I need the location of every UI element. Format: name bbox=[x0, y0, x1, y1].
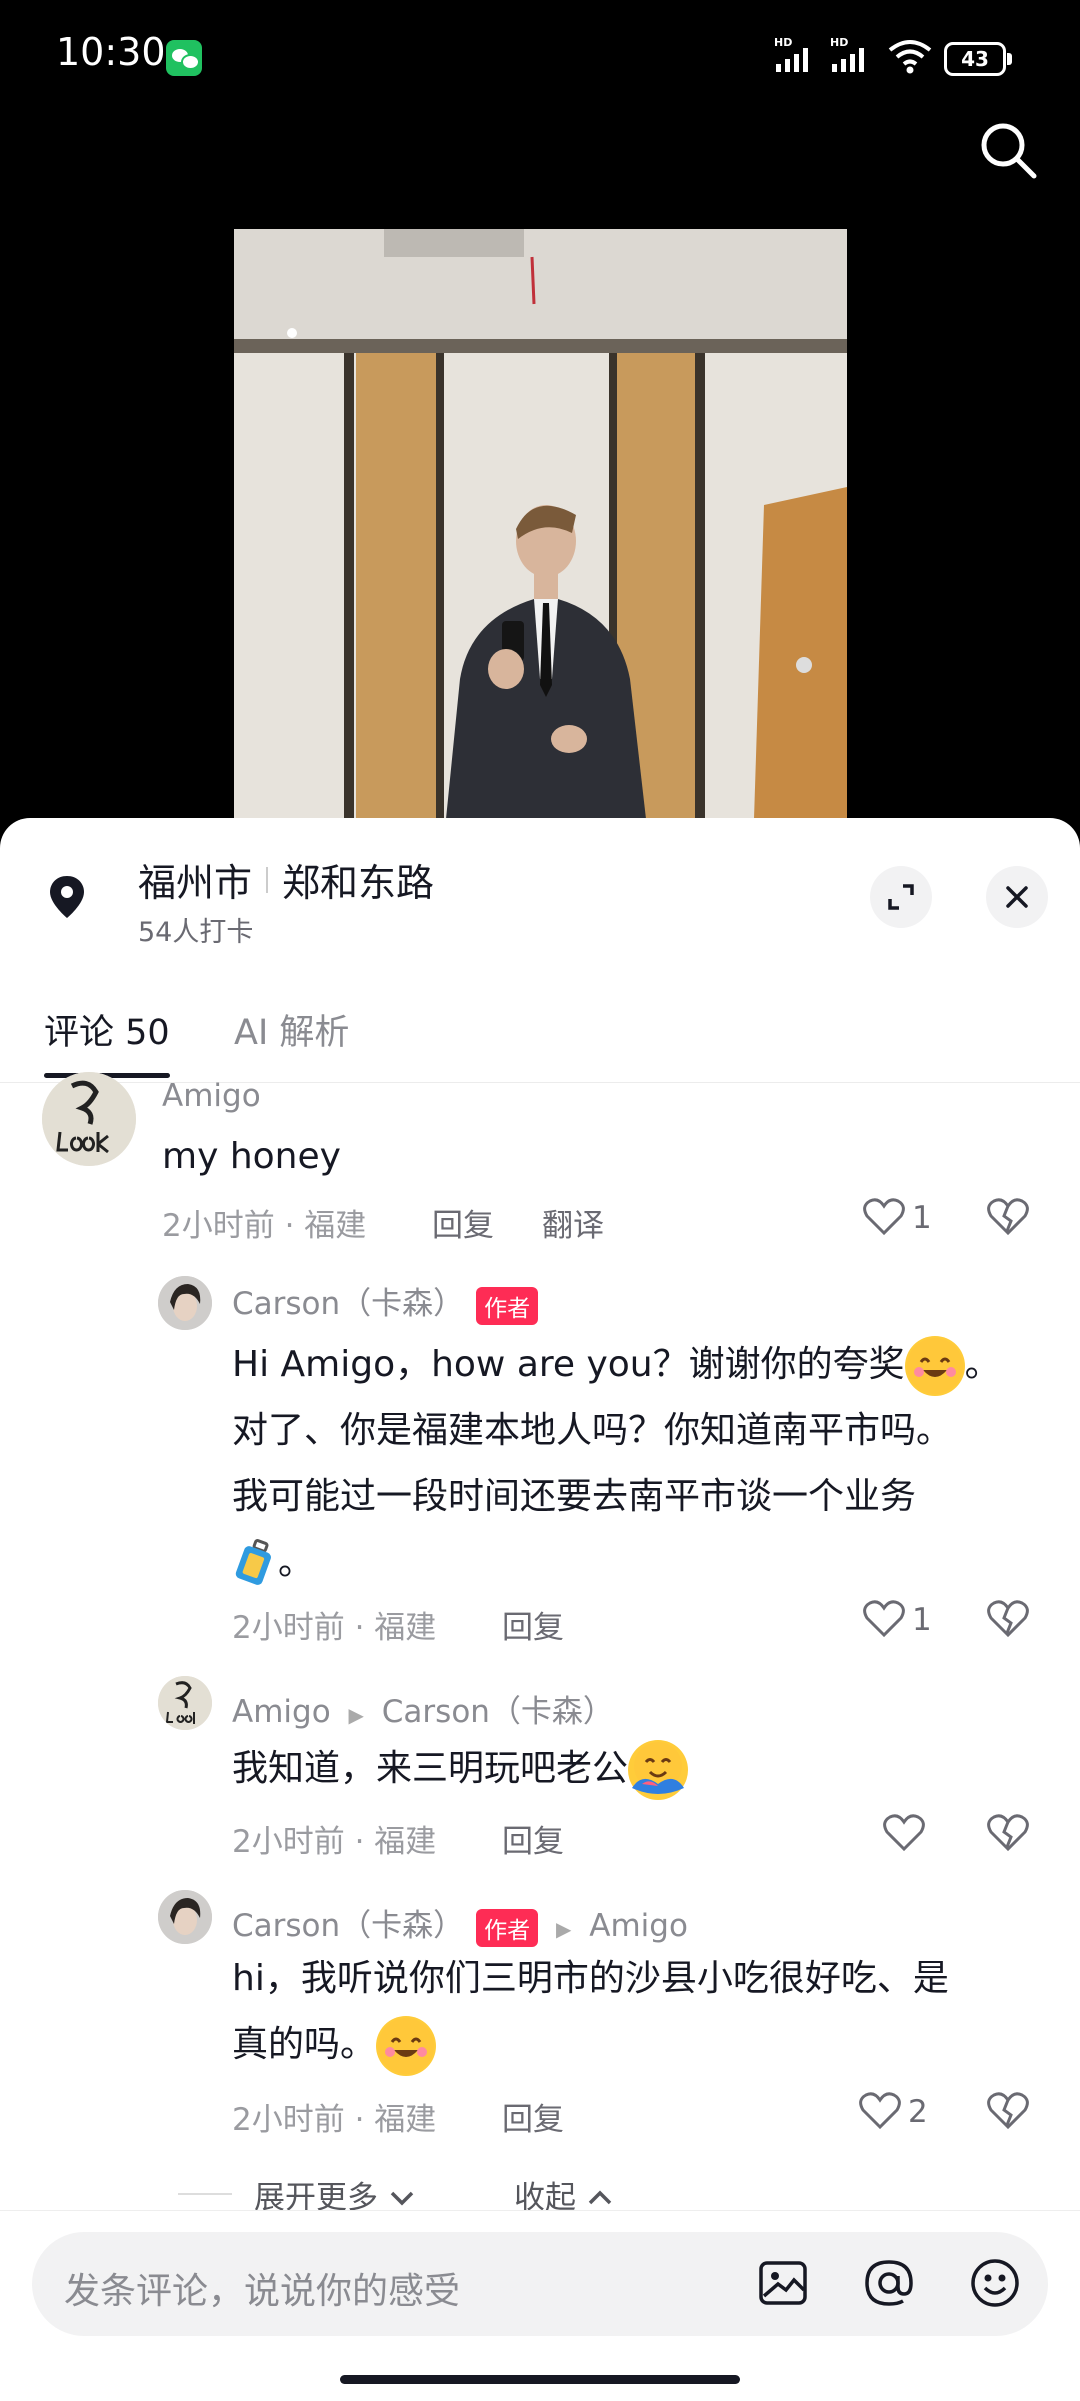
translate-button[interactable]: 翻译 bbox=[542, 1200, 604, 1245]
reply-text-line-2: 真的吗。 bbox=[232, 2024, 377, 2065]
reply-text-line-3: 我可能过一段时间还要去南平市谈一个业务 bbox=[232, 1476, 917, 1517]
reply-text-line: Hi Amigo，how are you？谢谢你的夸奖 。 bbox=[232, 1332, 1052, 1398]
tab-comments[interactable]: 评论 50 bbox=[44, 1004, 170, 1055]
expand-button[interactable] bbox=[870, 866, 932, 928]
reply-text-line: 。 bbox=[232, 1530, 1052, 1596]
reply-text: hi，我听说你们三明市的沙县小吃很好吃、是 真的吗。 bbox=[232, 1946, 1052, 2078]
reply-text-line-1-end: 。 bbox=[964, 1344, 1001, 1385]
dislike-icon[interactable] bbox=[986, 1196, 1030, 1236]
hugging-emoji bbox=[628, 1740, 689, 1800]
reply-username-text: Carson（卡森） bbox=[232, 1286, 465, 1322]
location-road: 郑和东路 bbox=[282, 861, 435, 905]
status-time: 10:30 bbox=[56, 30, 166, 74]
like-count: 1 bbox=[912, 1200, 932, 1236]
avatar[interactable] bbox=[42, 1072, 136, 1166]
reply-username[interactable]: Carson（卡森） 作者 ▶ Amigo bbox=[232, 1900, 688, 1947]
reply-to-user[interactable]: Amigo bbox=[589, 1908, 688, 1944]
smiling-emoji bbox=[376, 2016, 437, 2076]
avatar-image bbox=[158, 1890, 212, 1944]
reply-username[interactable]: Amigo ▶ Carson（卡森） bbox=[232, 1686, 614, 1731]
chevron-up-icon bbox=[588, 2190, 612, 2205]
like-icon[interactable] bbox=[862, 1598, 906, 1638]
reply-time: 2小时前 · 福建 bbox=[232, 1824, 437, 1860]
location-pin-icon bbox=[50, 876, 84, 918]
close-icon bbox=[1006, 886, 1028, 908]
like-count: 1 bbox=[912, 1602, 932, 1638]
location-city: 福州市 bbox=[138, 861, 253, 905]
location-separator bbox=[266, 866, 269, 893]
home-indicator bbox=[340, 2375, 740, 2384]
post-photo[interactable] bbox=[234, 229, 847, 819]
reply-to-user[interactable]: Carson（卡森） bbox=[382, 1694, 614, 1730]
wifi-icon bbox=[888, 40, 932, 74]
comment-input-placeholder: 发条评论，说说你的感受 bbox=[64, 2271, 461, 2312]
mention-icon[interactable] bbox=[862, 2256, 916, 2310]
comment-username[interactable]: Amigo bbox=[162, 1078, 261, 1114]
reply-to-arrow-icon: ▶ bbox=[556, 1917, 572, 1941]
like-icon[interactable] bbox=[858, 2090, 902, 2130]
avatar-image bbox=[158, 1676, 212, 1730]
reply-text-content: 我知道，来三明玩吧老公 bbox=[232, 1748, 629, 1789]
reply-text: Hi Amigo，how are you？谢谢你的夸奖。 对了、你是福建本地人吗… bbox=[232, 1332, 1052, 1596]
like-count: 2 bbox=[908, 2094, 928, 2130]
dislike-icon[interactable] bbox=[986, 1812, 1030, 1852]
close-button[interactable] bbox=[986, 866, 1048, 928]
like-icon[interactable] bbox=[882, 1812, 926, 1852]
reply-username[interactable]: Carson（卡森） 作者 bbox=[232, 1278, 539, 1325]
avatar-image bbox=[42, 1072, 136, 1166]
image-icon[interactable] bbox=[756, 2256, 810, 2310]
emoji-icon[interactable] bbox=[968, 2256, 1022, 2310]
reply-button[interactable]: 回复 bbox=[502, 2094, 564, 2139]
reply-text-line-1: hi，我听说你们三明市的沙县小吃很好吃、是 bbox=[232, 1958, 949, 1999]
like-icon[interactable] bbox=[862, 1196, 906, 1236]
suitcase-emoji bbox=[232, 1539, 278, 1589]
checkin-count: 54人打卡 bbox=[138, 917, 254, 948]
reply-button[interactable]: 回复 bbox=[502, 1602, 564, 1647]
reply-text: 我知道，来三明玩吧老公 bbox=[232, 1736, 689, 1802]
expand-line bbox=[178, 2193, 232, 2195]
avatar[interactable] bbox=[158, 1890, 212, 1944]
wechat-notification-icon bbox=[166, 40, 202, 76]
reply-time: 2小时前 · 福建 bbox=[232, 2102, 437, 2138]
avatar[interactable] bbox=[158, 1676, 212, 1730]
location-title[interactable]: 福州市 郑和东路 bbox=[138, 852, 434, 907]
comment-time: 2小时前 · 福建 bbox=[162, 1208, 367, 1244]
reply-text-line: 真的吗。 bbox=[232, 2012, 1052, 2078]
reply-to-arrow-icon: ▶ bbox=[348, 1703, 364, 1727]
chevron-down-icon bbox=[390, 2191, 414, 2206]
tab-ai-analysis[interactable]: AI 解析 bbox=[234, 1004, 349, 1055]
reply-button[interactable]: 回复 bbox=[432, 1200, 494, 1245]
dislike-icon[interactable] bbox=[986, 2090, 1030, 2130]
comment-text: my honey bbox=[162, 1136, 341, 1177]
reply-text-line-1: Hi Amigo，how are you？谢谢你的夸奖 bbox=[232, 1344, 905, 1385]
author-badge: 作者 bbox=[476, 1286, 539, 1325]
expand-icon bbox=[888, 884, 914, 910]
reply-text-line-4: 。 bbox=[278, 1542, 315, 1583]
search-icon[interactable] bbox=[976, 118, 1040, 182]
photo-image bbox=[234, 229, 847, 819]
avatar-image bbox=[158, 1276, 212, 1330]
reply-username-text: Amigo bbox=[232, 1694, 331, 1730]
dislike-icon[interactable] bbox=[986, 1598, 1030, 1638]
reply-text-line-2: 对了、你是福建本地人吗？你知道南平市吗。 bbox=[232, 1410, 953, 1451]
battery-indicator: 43 bbox=[944, 42, 1012, 76]
reply-button[interactable]: 回复 bbox=[502, 1816, 564, 1861]
avatar[interactable] bbox=[158, 1276, 212, 1330]
smiling-emoji bbox=[904, 1336, 965, 1396]
reply-username-text: Carson（卡森） bbox=[232, 1908, 465, 1944]
author-badge: 作者 bbox=[476, 1908, 539, 1947]
reply-time: 2小时前 · 福建 bbox=[232, 1610, 437, 1646]
